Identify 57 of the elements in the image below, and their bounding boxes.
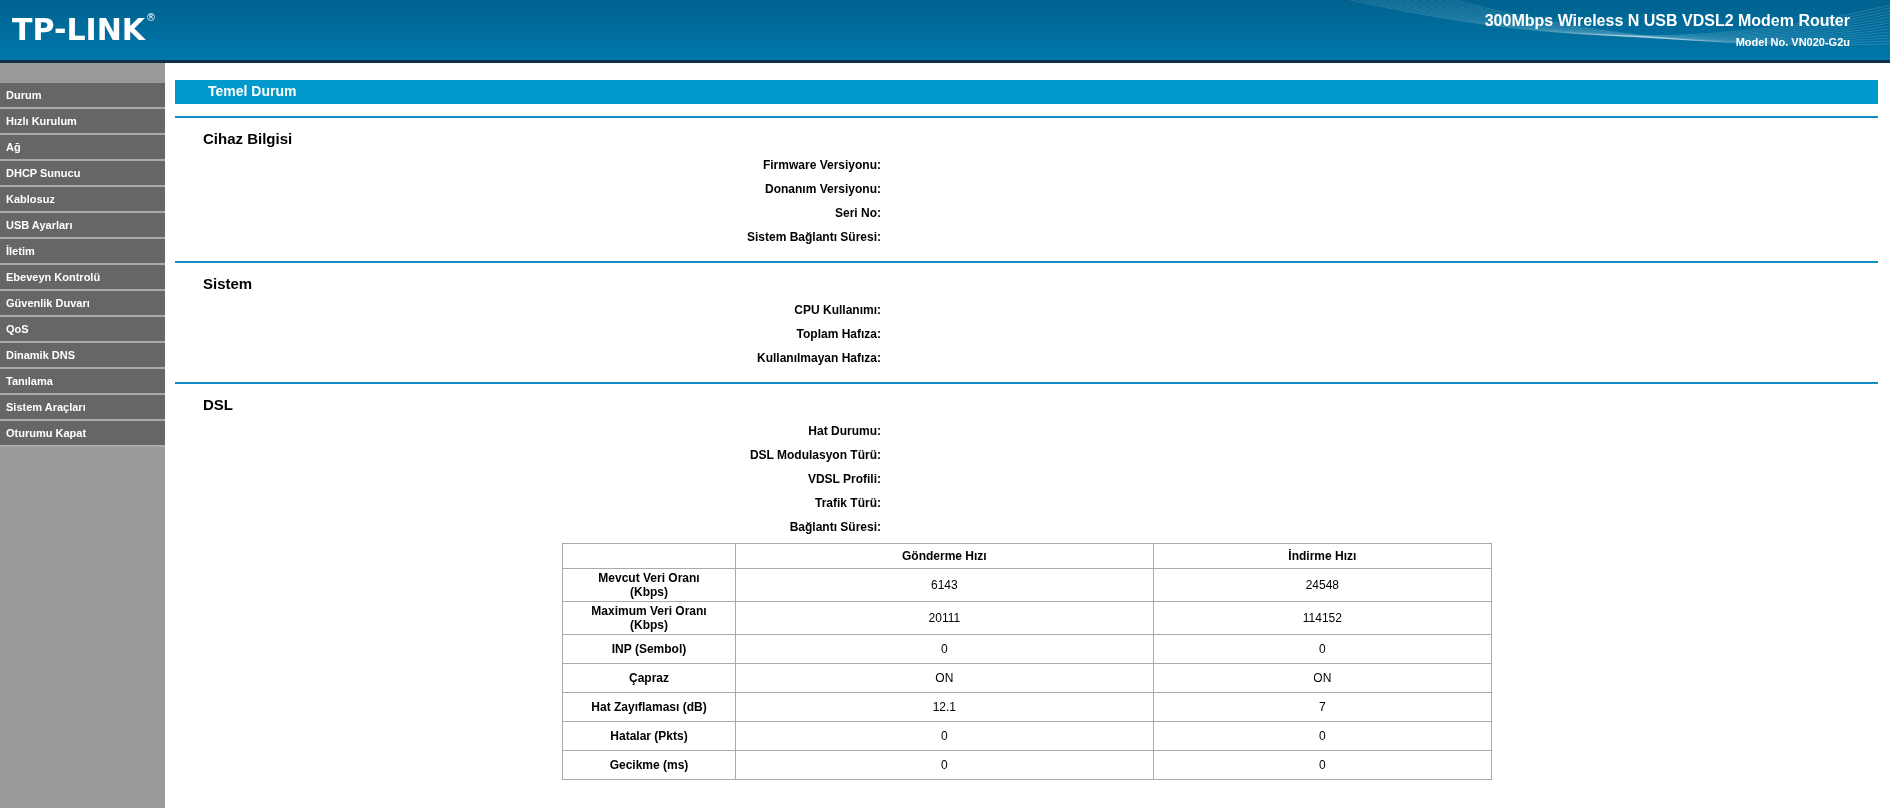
table-cell: 20111	[735, 601, 1154, 635]
field-label: VDSL Profili:	[806, 472, 881, 486]
section-title: DSL	[202, 396, 234, 413]
page-title: Temel Durum	[175, 80, 1878, 104]
field-label: Kullanılmayan Hafıza:	[755, 351, 881, 365]
section-title: Cihaz Bilgisi	[202, 130, 294, 147]
sidebar-item[interactable]: Ağ	[0, 135, 165, 161]
product-title: 300Mbps Wireless N USB VDSL2 Modem Router	[1484, 12, 1850, 30]
sidebar-item[interactable]: DHCP Sunucu	[0, 161, 165, 187]
field-label: Seri No:	[834, 206, 881, 220]
table-cell: 0	[735, 634, 1154, 664]
field-label: CPU Kullanımı:	[793, 303, 881, 317]
row-header: Mevcut Veri Oranı (Kbps)	[562, 568, 736, 602]
field-label: Bağlantı Süresi:	[788, 520, 881, 534]
table-cell: 114152	[1153, 601, 1492, 635]
sidebar-item[interactable]: USB Ayarları	[0, 213, 165, 239]
column-header: İndirme Hızı	[1153, 543, 1492, 569]
table-cell: 7	[1153, 692, 1492, 722]
field-label: Sistem Bağlantı Süresi:	[745, 230, 881, 244]
sidebar-item[interactable]: Sistem Araçları	[0, 395, 165, 421]
sidebar-item[interactable]: Ebeveyn Kontrolü	[0, 265, 165, 291]
field-label: Toplam Hafıza:	[795, 327, 881, 341]
row-header: Maximum Veri Oranı (Kbps)	[562, 601, 736, 635]
sidebar-item[interactable]: İletim	[0, 239, 165, 265]
row-header: INP (Sembol)	[562, 634, 736, 664]
sidebar-item[interactable]: QoS	[0, 317, 165, 343]
row-header: Çapraz	[562, 663, 736, 693]
table-cell: 0	[735, 721, 1154, 751]
table-cell: 6143	[735, 568, 1154, 602]
logo: TP-LINK	[12, 12, 145, 47]
model-number: Model No. VN020-G2u	[1735, 36, 1850, 48]
sidebar-item[interactable]: Hızlı Kurulum	[0, 109, 165, 135]
row-header: Hatalar (Pkts)	[562, 721, 736, 751]
registered-mark: ®	[146, 12, 156, 23]
field-label: DSL Modulasyon Türü:	[748, 448, 881, 462]
field-label: Hat Durumu:	[807, 424, 881, 438]
sidebar-item[interactable]: Güvenlik Duvarı	[0, 291, 165, 317]
table-cell: 24548	[1153, 568, 1492, 602]
table-cell: ON	[1153, 663, 1492, 693]
sidebar-item[interactable]: Durum	[0, 83, 165, 109]
sidebar-item[interactable]: Oturumu Kapat	[0, 421, 165, 447]
table-cell: 12.1	[735, 692, 1154, 722]
field-label: Firmware Versiyonu:	[761, 158, 881, 172]
table-cell: 0	[1153, 750, 1492, 780]
field-label: Trafik Türü:	[814, 496, 881, 510]
sidebar-item[interactable]: Kablosuz	[0, 187, 165, 213]
sidebar-item[interactable]: Tanılama	[0, 369, 165, 395]
sidebar-item[interactable]: Dinamik DNS	[0, 343, 165, 369]
row-header: Gecikme (ms)	[562, 750, 736, 780]
row-header: Hat Zayıflaması (dB)	[562, 692, 736, 722]
table-cell: ON	[735, 663, 1154, 693]
table-cell: 0	[1153, 721, 1492, 751]
section-title: Sistem	[202, 275, 254, 292]
field-label: Donanım Versiyonu:	[763, 182, 881, 196]
column-header: Gönderme Hızı	[735, 543, 1154, 569]
table-cell: 0	[1153, 634, 1492, 664]
table-cell: 0	[735, 750, 1154, 780]
